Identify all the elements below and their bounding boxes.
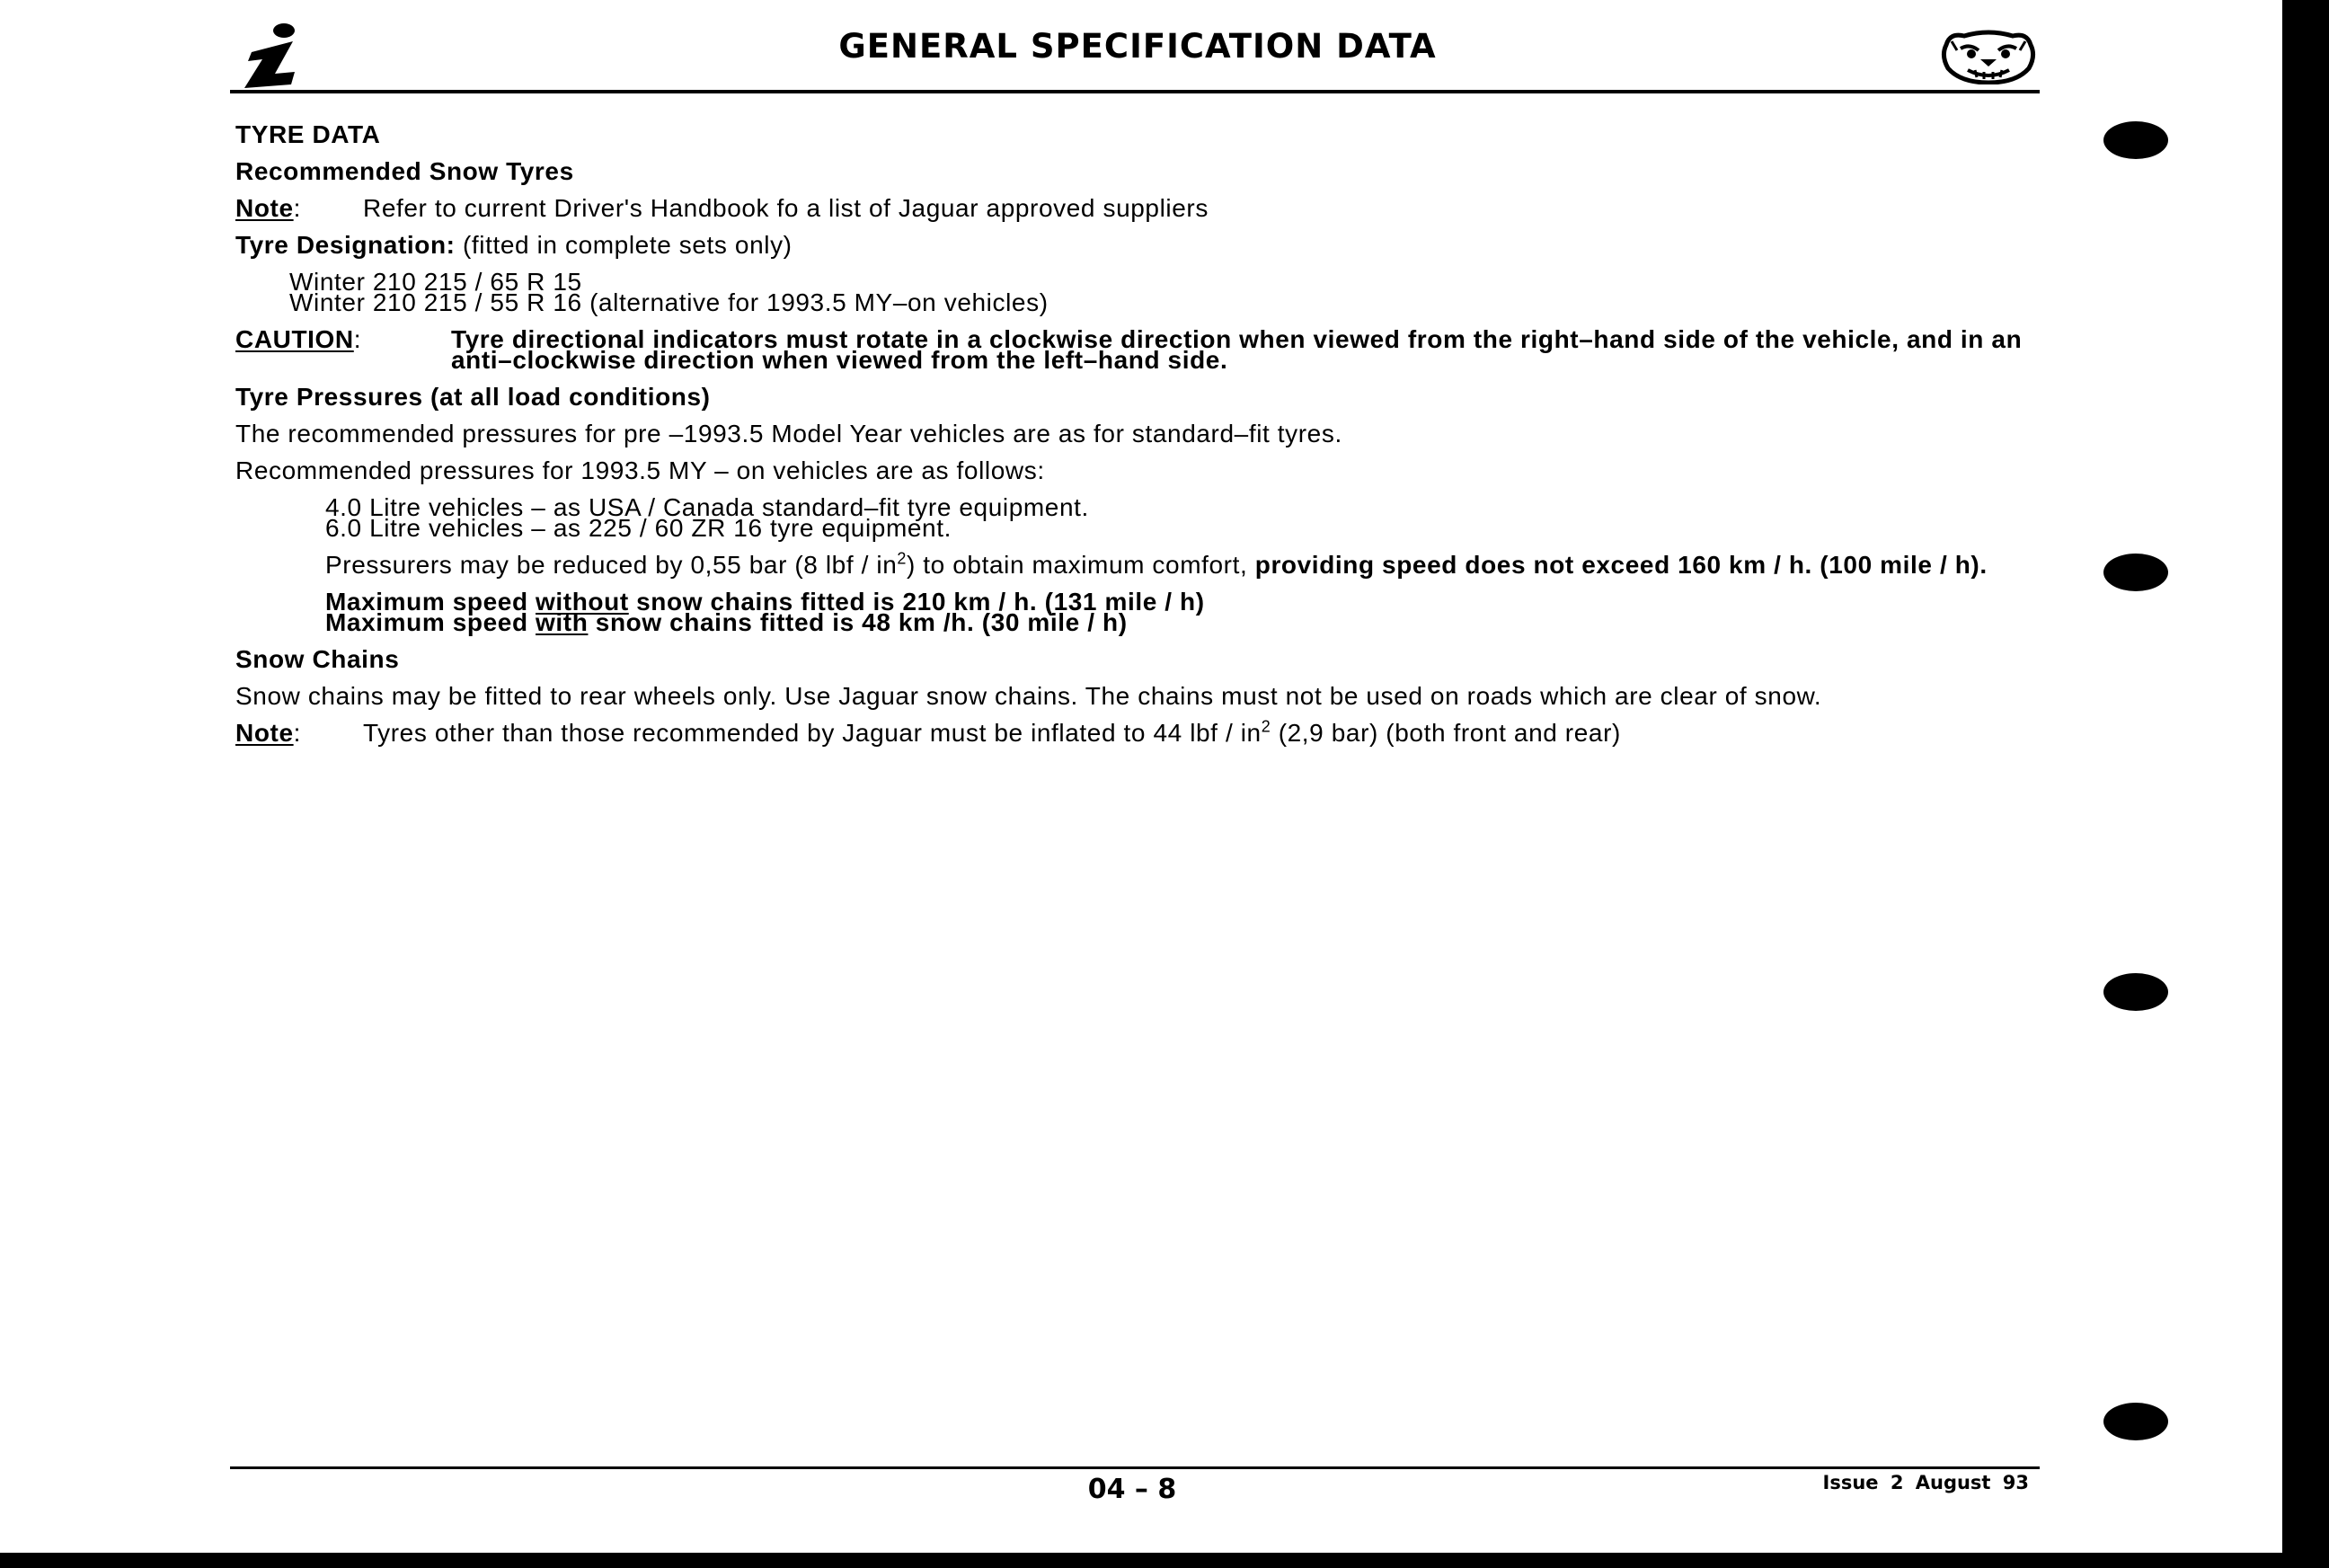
note-block: Note: Tyres other than those recommended… xyxy=(235,717,2032,747)
page-header: GENERAL SPECIFICATION DATA xyxy=(235,22,2040,92)
jaguar-head-emblem-icon xyxy=(1941,30,2036,84)
note-block: Note: Refer to current Driver's Handbook… xyxy=(235,194,2032,222)
caution-label: CAUTION: xyxy=(235,325,362,353)
max-speed-block: Maximum speed without snow chains fitted… xyxy=(325,589,2032,635)
pressures-list: 4.0 Litre vehicles – as USA / Canada sta… xyxy=(325,495,2032,542)
header-divider xyxy=(230,90,2040,93)
note-text: Refer to current Driver's Handbook fo a … xyxy=(363,194,1209,222)
caution-text: Tyre directional indicators must rotate … xyxy=(451,325,2023,374)
issue-date: Issue 2 August 93 xyxy=(1822,1472,2030,1493)
footer-divider xyxy=(230,1466,2040,1469)
list-item: Winter 210 215 / 55 R 16 (alternative fo… xyxy=(289,288,1049,316)
binder-hole xyxy=(2103,554,2168,591)
section-heading: TYRE DATA xyxy=(235,120,381,148)
designation-line: Tyre Designation: (fitted in complete se… xyxy=(235,233,2032,258)
designation-label: Tyre Designation: xyxy=(235,231,456,259)
list-item: 6.0 Litre vehicles – as 225 / 60 ZR 16 t… xyxy=(325,514,952,542)
reduce-pressure-paragraph: Pressurers may be reduced by 0,55 bar (8… xyxy=(325,549,1988,579)
binder-hole xyxy=(2103,973,2168,1011)
manual-page: GENERAL SPECIFICATION DATA TYRE DATA Rec… xyxy=(0,0,2282,1553)
subsection-heading: Tyre Pressures (at all load conditions) xyxy=(235,383,711,411)
designation-list: Winter 210 215 / 65 R 15 Winter 210 215 … xyxy=(289,270,2032,316)
binder-hole xyxy=(2103,121,2168,159)
note-label: Note: xyxy=(235,194,302,222)
subsection-heading: Recommended Snow Tyres xyxy=(235,157,574,185)
subsection-heading: Snow Chains xyxy=(235,645,400,673)
note-text: Tyres other than those recommended by Ja… xyxy=(363,717,1621,747)
designation-text: (fitted in complete sets only) xyxy=(463,231,793,259)
page-number: 04 – 8 xyxy=(1087,1474,1177,1505)
page-title: GENERAL SPECIFICATION DATA xyxy=(838,27,1437,66)
tyre-data-section: TYRE DATA Recommended Snow Tyres Note: R… xyxy=(235,120,2032,759)
note-label: Note: xyxy=(235,719,302,747)
paragraph: Snow chains may be fitted to rear wheels… xyxy=(235,682,1822,710)
caution-block: CAUTION: Tyre directional indicators mus… xyxy=(235,325,2032,374)
binder-hole xyxy=(2103,1403,2168,1440)
paragraph: The recommended pressures for pre –1993.… xyxy=(235,420,1342,447)
paragraph: Recommended pressures for 1993.5 MY – on… xyxy=(235,456,1045,484)
